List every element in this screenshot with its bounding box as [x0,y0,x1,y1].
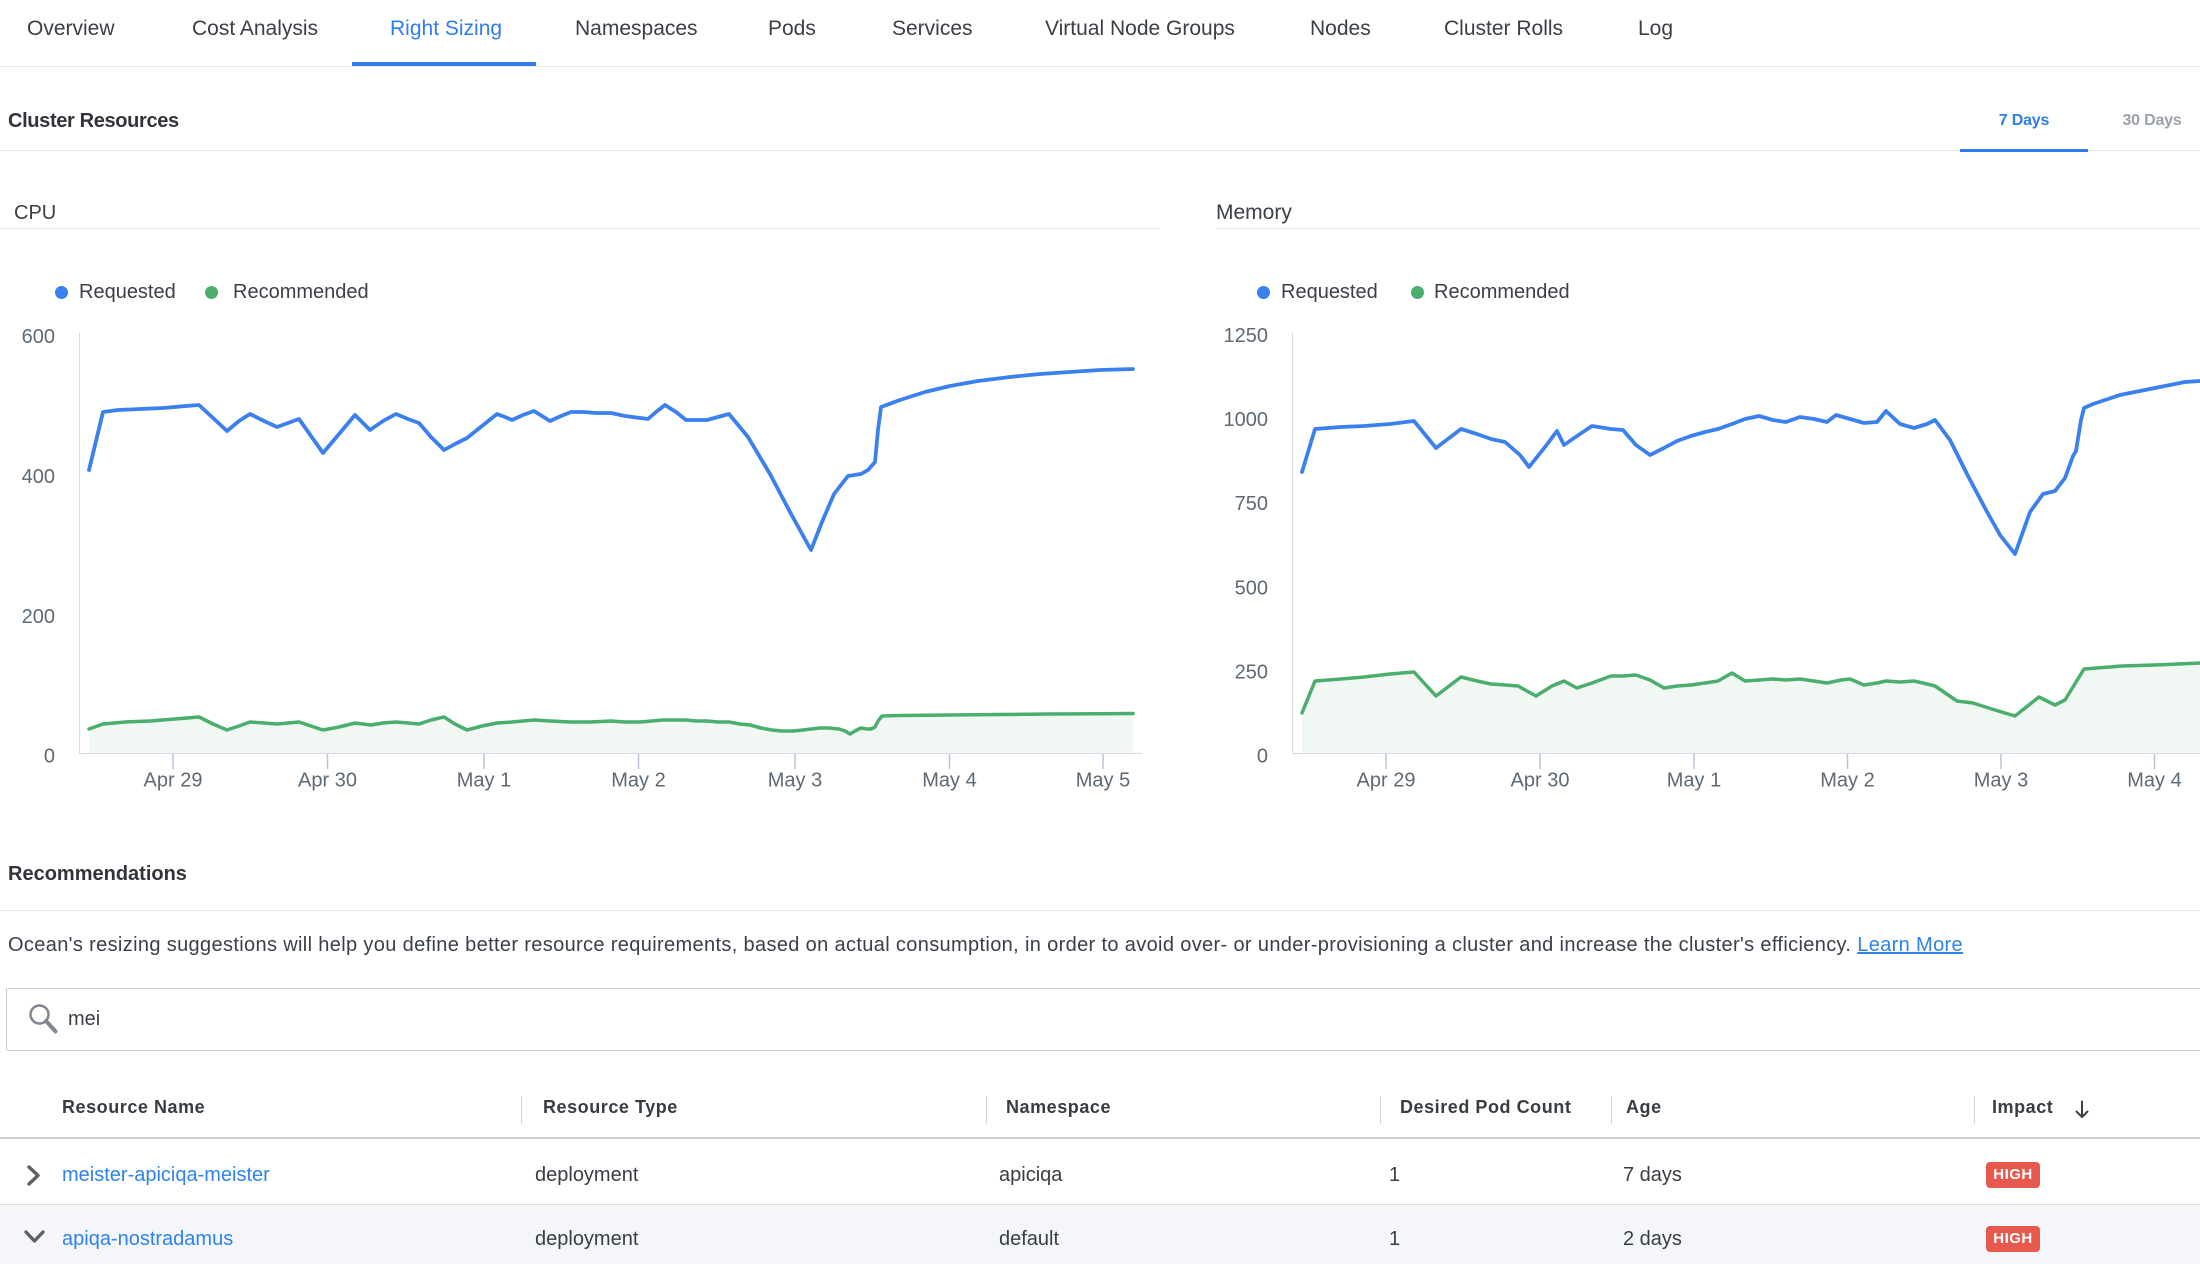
svg-text:750: 750 [1235,493,1268,515]
svg-text:500: 500 [1235,577,1268,599]
svg-text:May 5: May 5 [1076,770,1130,792]
svg-text:0: 0 [44,746,55,768]
svg-text:May 3: May 3 [768,770,822,792]
svg-text:600: 600 [22,326,55,348]
svg-text:May 4: May 4 [922,770,976,792]
svg-text:400: 400 [22,466,55,488]
svg-text:Apr 29: Apr 29 [144,770,203,792]
svg-text:1250: 1250 [1224,325,1269,347]
svg-text:Apr 30: Apr 30 [1511,770,1570,792]
svg-text:May 2: May 2 [611,770,665,792]
svg-text:May 4: May 4 [2127,770,2181,792]
svg-text:200: 200 [22,606,55,628]
svg-text:May 2: May 2 [1820,770,1874,792]
svg-text:250: 250 [1235,662,1268,684]
svg-text:Apr 29: Apr 29 [1357,770,1416,792]
svg-text:1000: 1000 [1224,409,1269,431]
svg-text:May 1: May 1 [1667,770,1721,792]
svg-text:May 1: May 1 [457,770,511,792]
svg-text:May 3: May 3 [1974,770,2028,792]
svg-text:0: 0 [1257,746,1268,768]
svg-text:Apr 30: Apr 30 [298,770,357,792]
